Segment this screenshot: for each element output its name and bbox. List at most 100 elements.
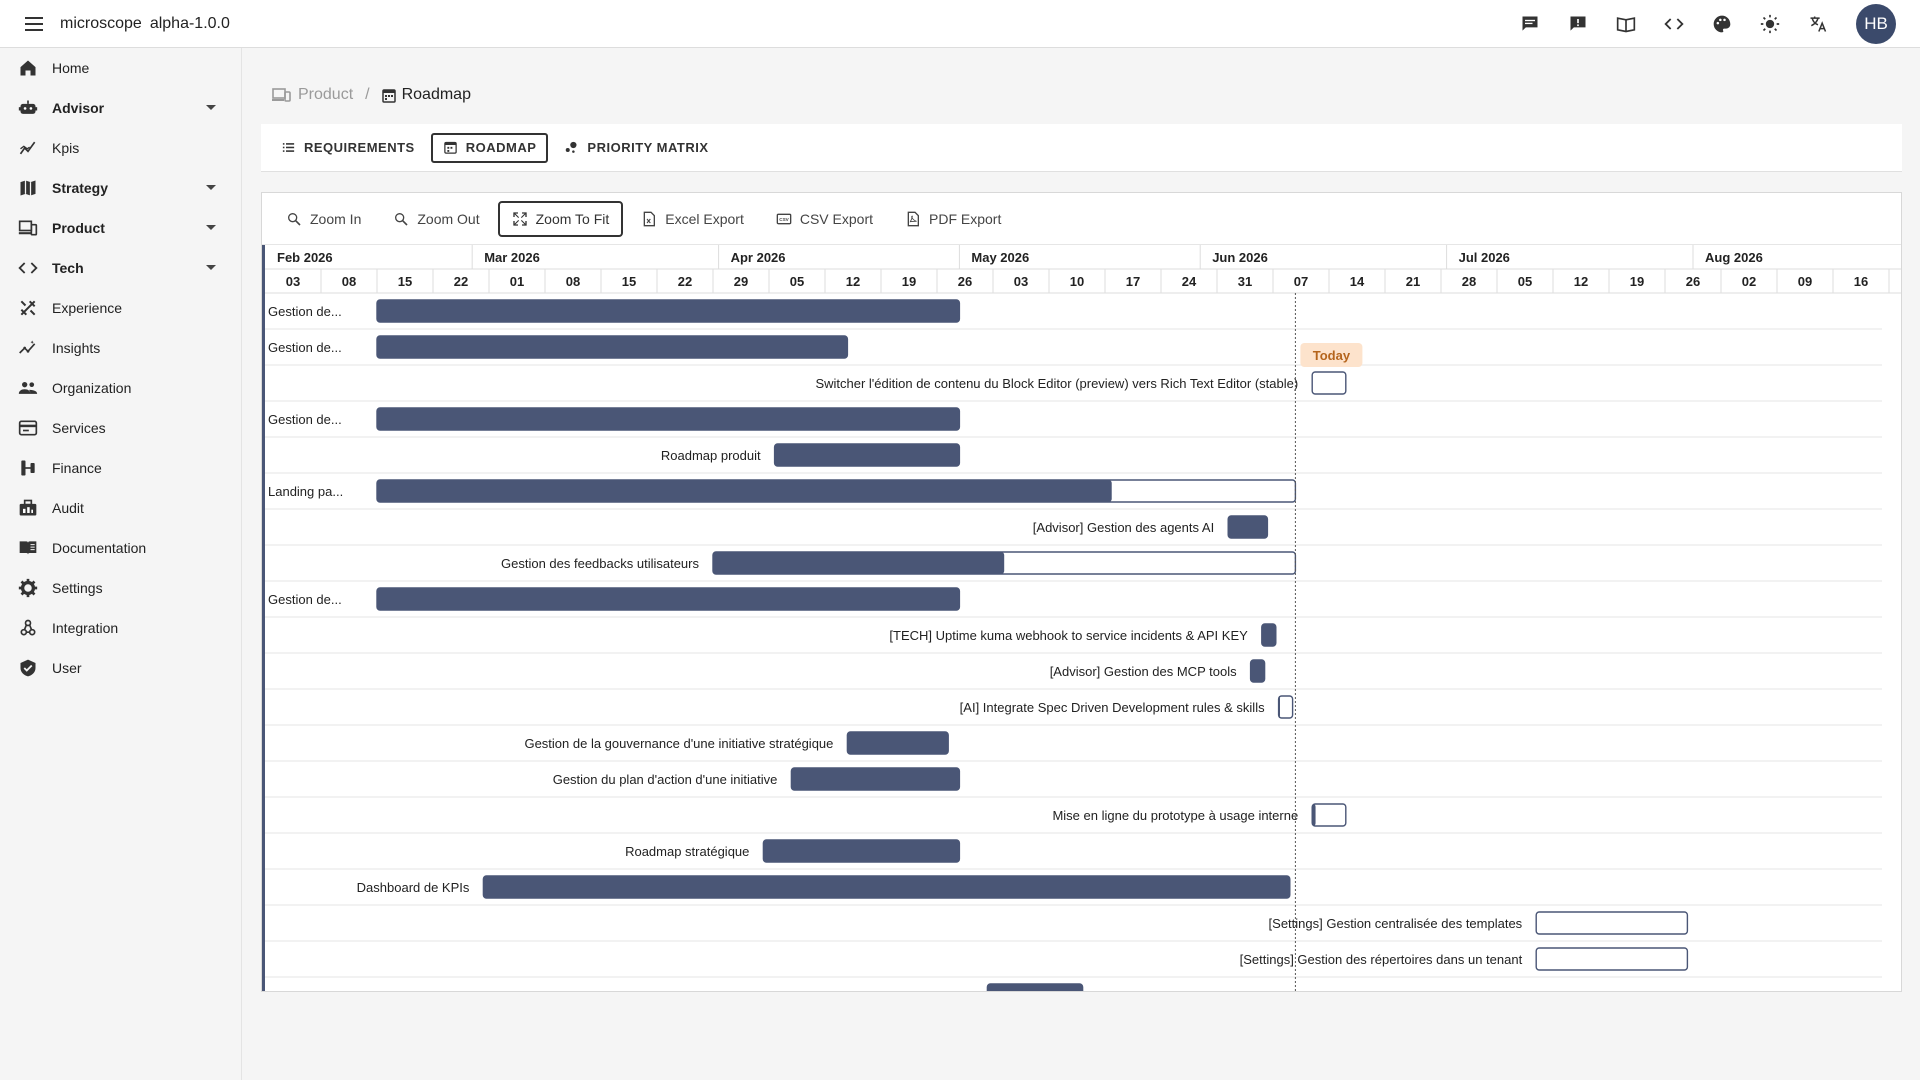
sidebar-item-insights[interactable]: Insights [0, 328, 241, 368]
sidebar-item-home[interactable]: Home [0, 48, 241, 88]
today-label: Today [1313, 348, 1351, 363]
week-label: 19 [1630, 274, 1644, 289]
month-label: Jun 2026 [1212, 250, 1268, 265]
task-label: [Advisor] Gestion des MCP tools [1050, 664, 1237, 679]
sidebar-item-label: Product [52, 220, 105, 236]
task-bar[interactable] [1535, 911, 1689, 935]
chat-icon[interactable] [1516, 10, 1544, 38]
zoom-in-icon [286, 211, 302, 227]
sidebar-item-user[interactable]: User [0, 648, 241, 688]
week-label: 03 [286, 274, 300, 289]
task-progress [847, 732, 949, 754]
book-icon [17, 537, 39, 559]
sidebar-item-documentation[interactable]: Documentation [0, 528, 241, 568]
sidebar-item-label: Audit [52, 500, 84, 516]
sidebar-item-label: Strategy [52, 180, 109, 196]
week-label: 10 [1070, 274, 1084, 289]
chevron-down-icon[interactable] [206, 185, 216, 190]
week-label: 08 [342, 274, 356, 289]
sidebar-item-experience[interactable]: Experience [0, 288, 241, 328]
task-progress [1261, 624, 1276, 646]
services-icon [17, 417, 39, 439]
sidebar-item-product[interactable]: Product [0, 208, 241, 248]
month-label: Apr 2026 [731, 250, 786, 265]
analytics-icon [17, 137, 39, 159]
app-name: microscope [60, 14, 142, 32]
brightness-icon[interactable] [1756, 10, 1784, 38]
translate-icon[interactable] [1804, 10, 1832, 38]
week-label: 09 [1798, 274, 1812, 289]
gantt-timeline: Feb 2026 Mar 2026 Apr 2026 May 2026 Jun 2026… [262, 245, 1901, 991]
week-label: 12 [1574, 274, 1588, 289]
sidebar-item-label: Settings [52, 580, 103, 596]
task-progress [713, 552, 1005, 574]
sidebar-item-settings[interactable]: Settings [0, 568, 241, 608]
app-title: microscope alpha-1.0.0 [60, 15, 230, 33]
feedback-icon[interactable] [1564, 10, 1592, 38]
sidebar-item-finance[interactable]: Finance [0, 448, 241, 488]
toolbar-label: Excel Export [665, 210, 744, 227]
zoom-out-button[interactable]: Zoom Out [379, 201, 493, 237]
tab-priority-matrix[interactable]: PRIORITY MATRIX [552, 133, 720, 163]
sidebar-item-label: User [52, 660, 82, 676]
task-label: [Settings] Gestion centralisée des templ… [1269, 916, 1523, 931]
task-label: Gestion de... [268, 412, 342, 427]
sidebar-item-services[interactable]: Services [0, 408, 241, 448]
avatar[interactable]: HB [1856, 4, 1896, 44]
palette-icon[interactable] [1708, 10, 1736, 38]
zoom-in-button[interactable]: Zoom In [272, 201, 375, 237]
menu-icon[interactable] [20, 9, 50, 39]
docs-icon[interactable] [1612, 10, 1640, 38]
sidebar-item-advisor[interactable]: Advisor [0, 88, 241, 128]
week-label: 02 [1742, 274, 1756, 289]
task-label: [Settings] Gestion des répertoires dans … [1240, 952, 1523, 967]
pdf-icon [905, 211, 921, 227]
pdf-export-button[interactable]: PDF Export [891, 201, 1015, 237]
task-bar[interactable] [1535, 947, 1689, 971]
shield-icon [17, 657, 39, 679]
task-bar[interactable] [1311, 371, 1347, 395]
tab-requirements[interactable]: REQUIREMENTS [269, 133, 427, 163]
excel-export-button[interactable]: Excel Export [627, 201, 758, 237]
topbar-actions: HB [1516, 0, 1896, 48]
week-label: 12 [846, 274, 860, 289]
view-tabs: REQUIREMENTS ROADMAP PRIORITY MATRIX [261, 124, 1902, 172]
week-label: 08 [566, 274, 580, 289]
sidebar-item-integration[interactable]: Integration [0, 608, 241, 648]
code-icon[interactable] [1660, 10, 1688, 38]
gear-icon [17, 577, 39, 599]
sidebar-item-organization[interactable]: Organization [0, 368, 241, 408]
sidebar-item-strategy[interactable]: Strategy [0, 168, 241, 208]
task-label: Dashboard de KPIs [357, 880, 470, 895]
task-progress [377, 480, 1112, 502]
task-progress [1228, 516, 1268, 538]
insights-icon [17, 337, 39, 359]
chevron-down-icon[interactable] [206, 225, 216, 230]
chevron-down-icon[interactable] [206, 265, 216, 270]
sidebar-item-label: Finance [52, 460, 102, 476]
task-label: Mise en ligne du prototype à usage inter… [1052, 808, 1298, 823]
month-label: May 2026 [971, 250, 1029, 265]
bubble-icon [564, 140, 579, 155]
design-icon [17, 297, 39, 319]
task-progress [377, 588, 960, 610]
task-bar[interactable] [1277, 695, 1294, 719]
task-progress [774, 444, 960, 466]
excel-icon [641, 211, 657, 227]
task-progress [1278, 696, 1280, 718]
gantt-toolbar: Zoom In Zoom Out Zoom To Fit Excel Export CS… [262, 193, 1901, 245]
sidebar-item-tech[interactable]: Tech [0, 248, 241, 288]
task-label: Gestion de... [268, 340, 342, 355]
tab-roadmap[interactable]: ROADMAP [430, 132, 549, 163]
sidebar-item-kpis[interactable]: Kpis [0, 128, 241, 168]
top-app-bar: microscope alpha-1.0.0 HB [0, 0, 1920, 48]
csv-export-button[interactable]: CSV CSV Export [762, 201, 887, 237]
sidebar-item-audit[interactable]: Audit [0, 488, 241, 528]
month-label: Jul 2026 [1459, 250, 1510, 265]
task-progress [377, 408, 960, 430]
breadcrumb-parent[interactable]: Product [272, 86, 353, 104]
zoom-to-fit-button[interactable]: Zoom To Fit [497, 200, 624, 237]
breadcrumb-parent-label: Product [298, 86, 354, 103]
task-bar[interactable] [1311, 803, 1347, 827]
chevron-down-icon[interactable] [206, 105, 216, 110]
